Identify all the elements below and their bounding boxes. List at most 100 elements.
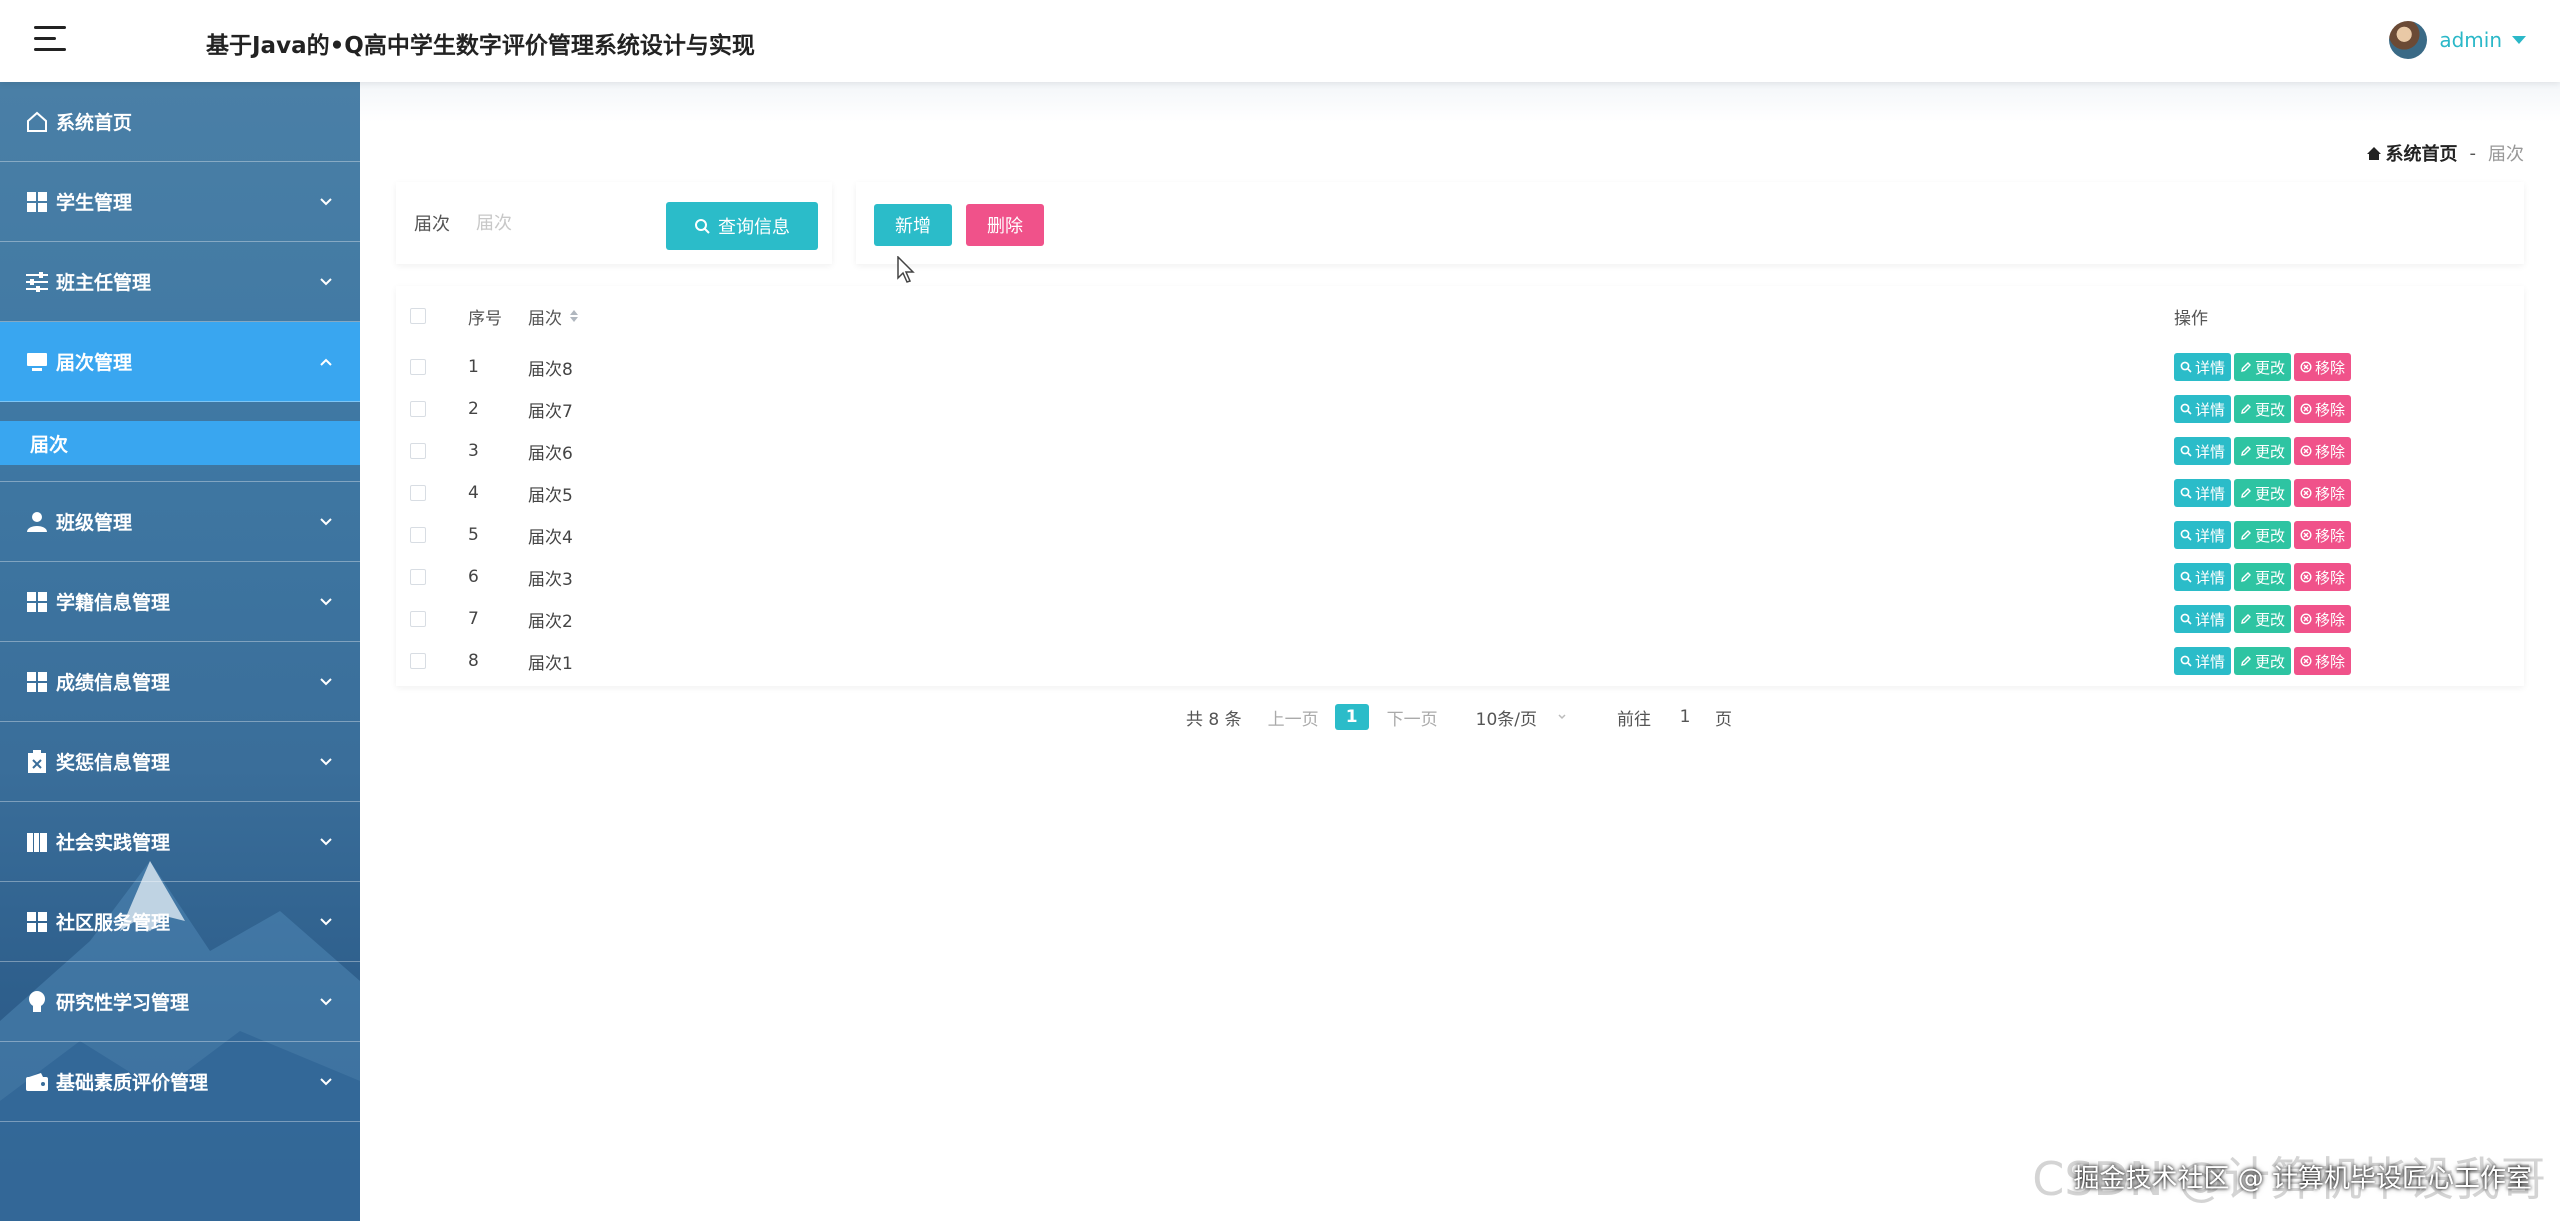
prev-page-button[interactable]: 上一页 <box>1268 705 1319 730</box>
sidebar-item-student[interactable]: 学生管理 <box>0 162 360 242</box>
sidebar-item-home[interactable]: 系统首页 <box>0 82 360 162</box>
pencil-icon <box>2241 614 2252 624</box>
remove-button[interactable]: 移除 <box>2294 647 2352 675</box>
sort-icon[interactable] <box>570 310 578 322</box>
edit-button[interactable]: 更改 <box>2234 605 2292 633</box>
book-icon <box>24 829 50 855</box>
goto-page-input[interactable] <box>1664 703 1705 731</box>
search-label: 届次 <box>414 214 450 235</box>
chevron-down-icon <box>320 918 332 926</box>
sidebar-item-enrollment[interactable]: 学籍信息管理 <box>0 562 360 642</box>
table-row: 2 届次7 详情 更改 移除 <box>396 388 2524 430</box>
delete-button[interactable]: 删除 <box>966 204 1044 246</box>
edit-button[interactable]: 更改 <box>2234 353 2292 381</box>
row-index: 8 <box>468 651 479 671</box>
pencil-icon <box>2241 362 2252 372</box>
row-name: 届次8 <box>528 359 573 380</box>
sidebar-item-class[interactable]: 班级管理 <box>0 482 360 562</box>
header-name[interactable]: 届次 <box>528 304 578 329</box>
detail-button[interactable]: 详情 <box>2174 437 2232 465</box>
detail-button[interactable]: 详情 <box>2174 521 2232 549</box>
row-checkbox[interactable] <box>410 569 426 585</box>
sidebar-item-rewards[interactable]: 奖惩信息管理 <box>0 722 360 802</box>
row-checkbox[interactable] <box>410 443 426 459</box>
close-circle-icon <box>2300 613 2312 625</box>
row-checkbox[interactable] <box>410 485 426 501</box>
edit-button[interactable]: 更改 <box>2234 395 2292 423</box>
row-checkbox[interactable] <box>410 401 426 417</box>
remove-button[interactable]: 移除 <box>2294 479 2352 507</box>
mouse-cursor-icon <box>897 256 915 283</box>
edit-button[interactable]: 更改 <box>2234 563 2292 591</box>
row-index: 2 <box>468 399 479 419</box>
row-name: 届次6 <box>528 443 573 464</box>
sidebar-item-social-practice[interactable]: 社会实践管理 <box>0 802 360 882</box>
search-input[interactable] <box>476 203 656 243</box>
detail-button[interactable]: 详情 <box>2174 353 2232 381</box>
select-all-checkbox[interactable] <box>410 308 426 324</box>
detail-button-label: 详情 <box>2195 358 2226 377</box>
sidebar-item-label: 届次管理 <box>56 352 133 374</box>
sidebar-subitem-session[interactable]: 届次 <box>0 402 360 482</box>
remove-button[interactable]: 移除 <box>2294 437 2352 465</box>
grid-icon <box>24 189 50 215</box>
row-checkbox[interactable] <box>410 611 426 627</box>
remove-button[interactable]: 移除 <box>2294 395 2352 423</box>
table-row: 7 届次2 详情 更改 移除 <box>396 598 2524 640</box>
header-index: 序号 <box>468 308 502 329</box>
add-button[interactable]: 新增 <box>874 204 952 246</box>
sidebar-item-basic-quality[interactable]: 基础素质评价管理 <box>0 1042 360 1122</box>
home-icon <box>2366 146 2381 160</box>
search-icon <box>2180 445 2192 457</box>
user-icon <box>24 509 50 535</box>
edit-button-label: 更改 <box>2255 568 2286 587</box>
query-button-label: 查询信息 <box>718 217 790 238</box>
remove-button[interactable]: 移除 <box>2294 563 2352 591</box>
remove-button[interactable]: 移除 <box>2294 353 2352 381</box>
chevron-down-icon <box>320 598 332 606</box>
avatar <box>2389 21 2428 59</box>
caret-down-icon <box>2512 36 2526 44</box>
detail-button[interactable]: 详情 <box>2174 563 2232 591</box>
row-actions: 详情 更改 移除 <box>2174 605 2354 633</box>
detail-button[interactable]: 详情 <box>2174 647 2232 675</box>
sidebar-item-session[interactable]: 届次管理 <box>0 322 360 402</box>
pagination-total: 共 8 条 <box>1186 709 1242 730</box>
next-page-button[interactable]: 下一页 <box>1387 705 1438 730</box>
detail-button[interactable]: 详情 <box>2174 605 2232 633</box>
edit-button[interactable]: 更改 <box>2234 437 2292 465</box>
sidebar-item-head-teacher[interactable]: 班主任管理 <box>0 242 360 322</box>
page-number-current[interactable]: 1 <box>1334 704 1369 730</box>
page-size-select[interactable]: 10条/页 <box>1476 705 1567 730</box>
remove-button[interactable]: 移除 <box>2294 605 2352 633</box>
pencil-icon <box>2241 404 2252 414</box>
remove-button[interactable]: 移除 <box>2294 521 2352 549</box>
edit-button[interactable]: 更改 <box>2234 479 2292 507</box>
grid-icon <box>24 909 50 935</box>
app-title: 基于Java的•Q高中学生数字评价管理系统设计与实现 <box>206 33 755 59</box>
remove-button-label: 移除 <box>2315 358 2346 377</box>
detail-button[interactable]: 详情 <box>2174 395 2232 423</box>
remove-button-label: 移除 <box>2315 400 2346 419</box>
close-circle-icon <box>2300 487 2312 499</box>
row-checkbox[interactable] <box>410 527 426 543</box>
search-icon <box>2180 529 2192 541</box>
detail-button[interactable]: 详情 <box>2174 479 2232 507</box>
row-checkbox[interactable] <box>410 653 426 669</box>
edit-button[interactable]: 更改 <box>2234 647 2292 675</box>
remove-button-label: 移除 <box>2315 484 2346 503</box>
sidebar-item-grades[interactable]: 成绩信息管理 <box>0 642 360 722</box>
search-icon <box>2180 571 2192 583</box>
user-menu[interactable]: admin <box>2389 20 2526 60</box>
sidebar: 系统首页 学生管理 班主任管理 届次管理 届次 班级管理 学籍信息管理 成绩信息… <box>0 82 360 1221</box>
menu-toggle-icon[interactable] <box>34 24 66 54</box>
sidebar-item-label: 系统首页 <box>56 112 133 134</box>
breadcrumb-home[interactable]: 系统首页 <box>2366 140 2458 166</box>
sidebar-item-community-service[interactable]: 社区服务管理 <box>0 882 360 962</box>
row-checkbox[interactable] <box>410 359 426 375</box>
edit-button[interactable]: 更改 <box>2234 521 2292 549</box>
sidebar-item-label: 学籍信息管理 <box>56 592 171 614</box>
query-button[interactable]: 查询信息 <box>666 202 818 250</box>
sidebar-item-research-learning[interactable]: 研究性学习管理 <box>0 962 360 1042</box>
search-icon <box>2180 613 2192 625</box>
